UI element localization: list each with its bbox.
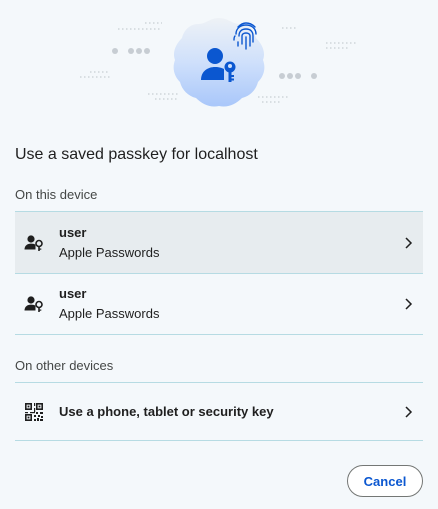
use-other-device-item[interactable]: Use a phone, tablet or security key	[15, 383, 423, 440]
decor-dots-right	[279, 73, 317, 79]
divider	[15, 334, 423, 335]
section-label-other-devices: On other devices	[15, 358, 114, 373]
chevron-right-icon	[393, 297, 423, 311]
divider	[15, 440, 423, 441]
decor-lines-left	[80, 22, 178, 100]
hero-art	[80, 18, 356, 107]
passkey-dialog: Use a saved passkey for localhost On thi…	[0, 0, 438, 509]
person-key-icon	[15, 295, 59, 313]
dialog-title: Use a saved passkey for localhost	[15, 146, 258, 163]
passkey-username: user	[59, 286, 87, 301]
chevron-right-icon	[393, 236, 423, 250]
passkey-username: user	[59, 224, 87, 240]
person-key-icon	[15, 234, 59, 252]
decor-dots-left	[112, 48, 150, 54]
passkey-item[interactable]: user Apple Passwords	[15, 274, 423, 334]
hero-illustration	[0, 0, 438, 130]
passkey-provider: Apple Passwords	[59, 306, 160, 321]
chevron-right-icon	[393, 405, 423, 419]
cancel-button[interactable]: Cancel	[347, 465, 423, 497]
passkey-provider: Apple Passwords	[59, 244, 160, 260]
decor-lines-right	[258, 27, 356, 103]
use-other-device-label: Use a phone, tablet or security key	[59, 404, 274, 419]
passkey-item[interactable]: user Apple Passwords	[15, 212, 423, 273]
section-label-this-device: On this device	[15, 187, 98, 202]
qr-code-icon	[15, 402, 59, 422]
